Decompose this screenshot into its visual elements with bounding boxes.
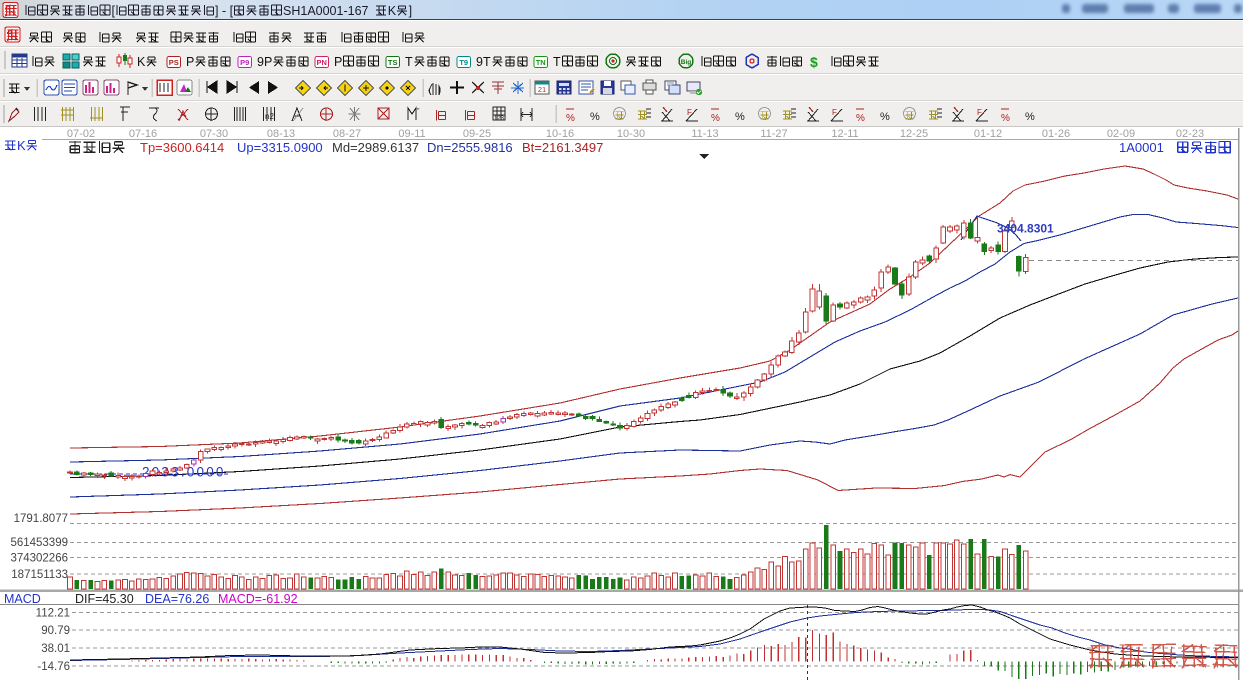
svg-text:DIF=45.30: DIF=45.30: [75, 592, 134, 606]
svg-text:9P: 9P: [257, 55, 272, 69]
svg-text:P: P: [186, 55, 194, 69]
svg-text:] - [: ] - [: [215, 4, 234, 18]
svg-text:07-30: 07-30: [200, 128, 228, 140]
svg-text:TN: TN: [536, 58, 546, 67]
svg-text:PN: PN: [316, 58, 326, 67]
svg-text:11-27: 11-27: [760, 128, 787, 140]
svg-text:F: F: [832, 108, 837, 117]
svg-text:-14.76: -14.76: [37, 661, 70, 673]
svg-text:01-26: 01-26: [1042, 128, 1070, 140]
svg-text:10-16: 10-16: [546, 128, 574, 140]
svg-text:187151133: 187151133: [11, 569, 68, 581]
svg-text:08-13: 08-13: [267, 128, 295, 140]
svg-text:38.01: 38.01: [41, 643, 70, 655]
svg-text:%: %: [590, 111, 600, 123]
svg-text:08-27: 08-27: [333, 128, 361, 140]
svg-text:1A0001: 1A0001: [1119, 140, 1164, 155]
svg-text:Tp=3600.6414: Tp=3600.6414: [140, 140, 224, 155]
svg-text:P: P: [334, 55, 342, 69]
svg-text:12-11: 12-11: [831, 128, 858, 140]
svg-text:561453399: 561453399: [10, 537, 68, 549]
svg-text:[: [: [112, 4, 116, 18]
svg-text:02-23: 02-23: [1176, 128, 1204, 140]
svg-text:K: K: [137, 55, 146, 69]
svg-text:F: F: [687, 108, 692, 117]
svg-text:09-11: 09-11: [398, 128, 425, 140]
svg-text:09-25: 09-25: [463, 128, 491, 140]
svg-text:T9: T9: [459, 58, 468, 67]
svg-text:SH1A0001-167: SH1A0001-167: [283, 4, 369, 18]
svg-text:P9: P9: [240, 58, 249, 67]
svg-text:%: %: [880, 111, 890, 123]
svg-text:Dn=2555.9816: Dn=2555.9816: [427, 140, 513, 155]
svg-text:%: %: [1001, 113, 1010, 124]
svg-text:n2: n2: [265, 112, 274, 121]
svg-text:Bt=2161.3497: Bt=2161.3497: [522, 140, 603, 155]
svg-text:%: %: [711, 113, 720, 124]
svg-text:MACD=-61.92: MACD=-61.92: [218, 592, 298, 606]
svg-text:21: 21: [538, 85, 546, 94]
svg-text:1791.8077: 1791.8077: [14, 513, 68, 525]
svg-text:3404.8301: 3404.8301: [997, 222, 1054, 236]
svg-text:T: T: [405, 55, 413, 69]
svg-text:12-25: 12-25: [900, 128, 928, 140]
svg-text:F: F: [977, 108, 982, 117]
svg-text:374302266: 374302266: [10, 553, 68, 565]
svg-text:": ": [417, 108, 420, 115]
svg-text:$: $: [810, 54, 818, 70]
svg-text:%: %: [566, 113, 575, 124]
svg-text:Md=2989.6137: Md=2989.6137: [332, 140, 419, 155]
svg-text:07-02: 07-02: [67, 128, 95, 140]
svg-text:PS: PS: [169, 58, 179, 67]
svg-text:%: %: [735, 111, 745, 123]
svg-text:02-09: 02-09: [1107, 128, 1135, 140]
svg-text:K: K: [388, 4, 397, 18]
svg-text:]: ]: [409, 4, 412, 18]
svg-text:MACD: MACD: [4, 592, 41, 606]
svg-text:%: %: [1025, 111, 1035, 123]
svg-text:9T: 9T: [476, 55, 491, 69]
svg-text:112.21: 112.21: [36, 608, 70, 620]
svg-text:10-30: 10-30: [617, 128, 645, 140]
svg-text:90.79: 90.79: [41, 625, 70, 637]
svg-text:DEA=76.26: DEA=76.26: [145, 592, 209, 606]
svg-text:07-16: 07-16: [129, 128, 157, 140]
svg-text:Big: Big: [681, 59, 692, 66]
svg-text:%: %: [856, 113, 865, 124]
svg-text:123: 123: [494, 116, 505, 122]
svg-text:K: K: [17, 138, 26, 153]
svg-text:01-12: 01-12: [974, 128, 1002, 140]
svg-text:11-13: 11-13: [691, 128, 718, 140]
svg-text:Up=3315.0900: Up=3315.0900: [237, 140, 323, 155]
svg-text:TS: TS: [388, 58, 398, 67]
svg-text:T: T: [553, 55, 561, 69]
